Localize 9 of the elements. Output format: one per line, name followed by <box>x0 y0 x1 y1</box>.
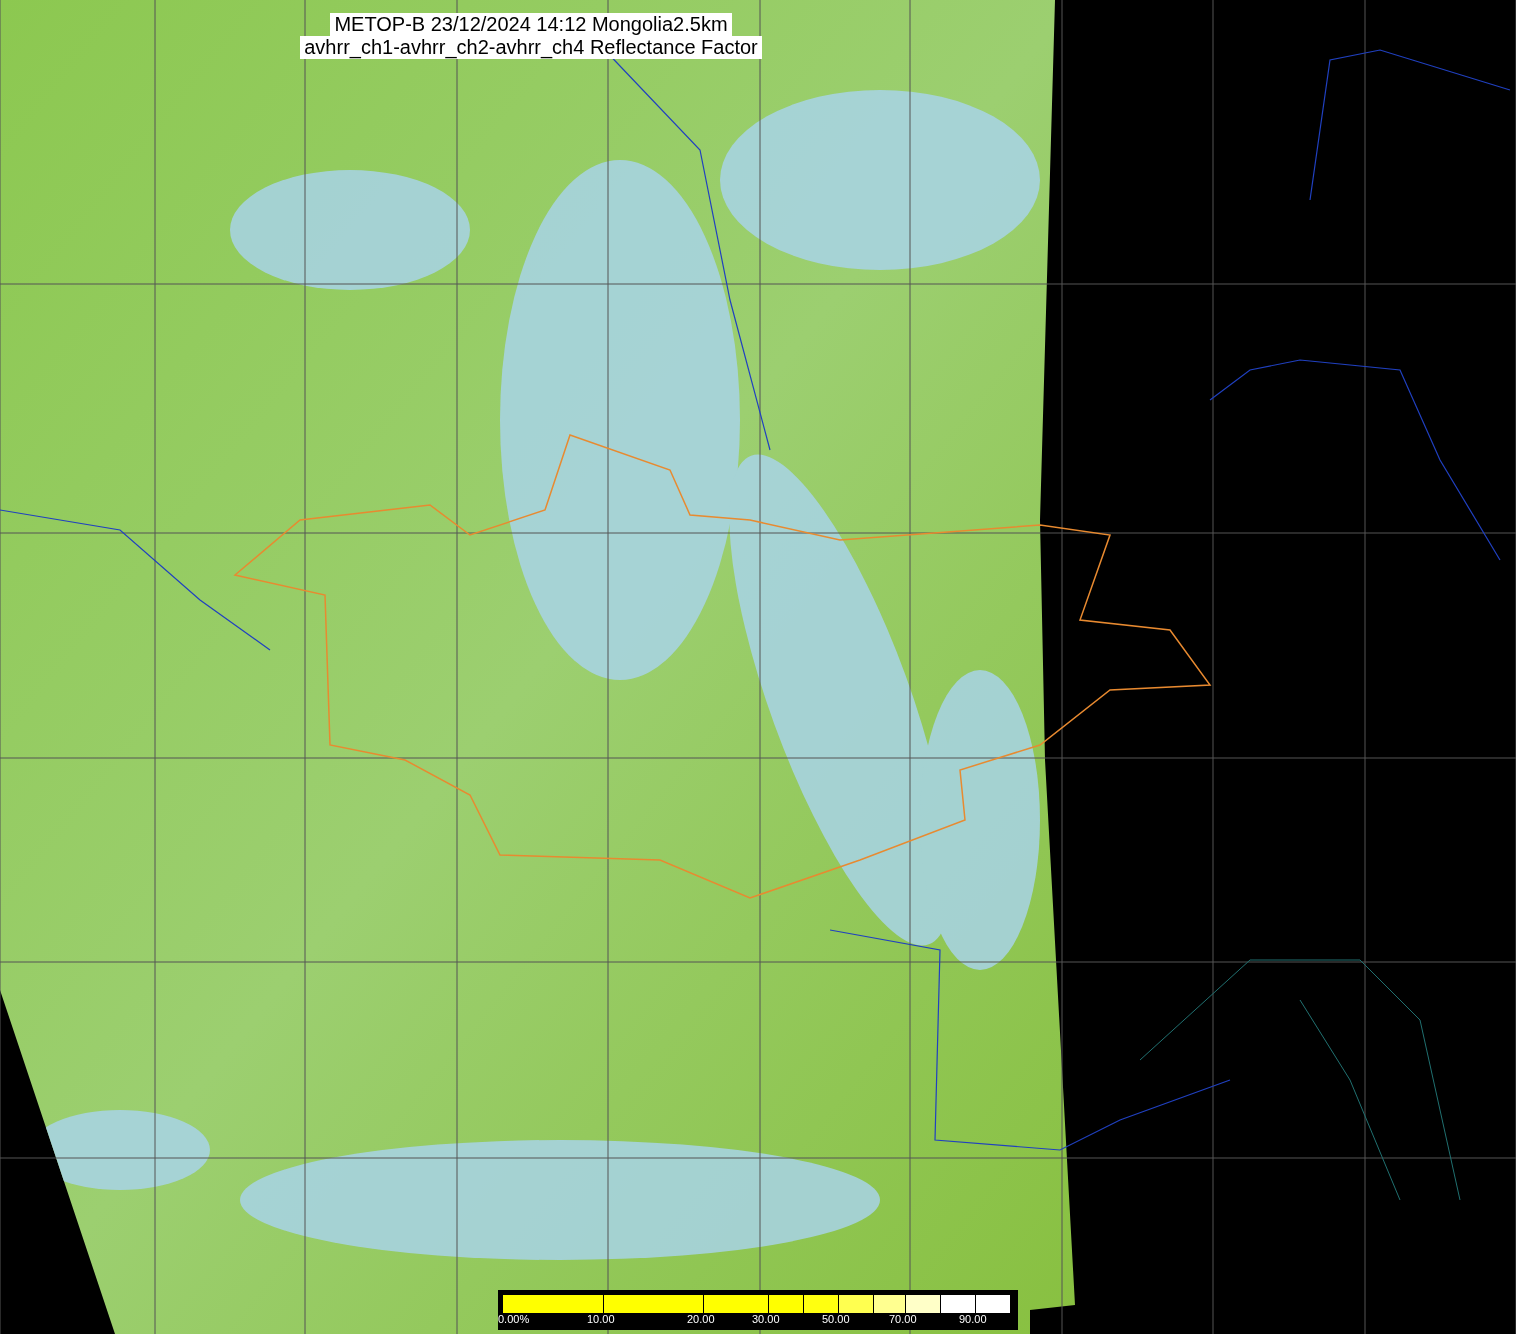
colorbar-tick-label: 70.00 <box>889 1313 917 1326</box>
colorbar-tick-label: 0.00% <box>498 1313 530 1326</box>
map-subtitle: avhrr_ch1-avhrr_ch2-avhrr_ch4 Reflectance Factor <box>300 36 762 59</box>
colorbar-tick-label: 90.00 <box>959 1313 987 1326</box>
colorbar-tick-label: 10.00 <box>587 1313 615 1326</box>
map-title: METOP-B 23/12/2024 14:12 Mongolia2.5km <box>330 13 732 36</box>
colorbar-tick-label: 30.00 <box>752 1313 780 1326</box>
colorbar-tick-label: 20.00 <box>687 1313 715 1326</box>
colorbar-tick-label: 50.00 <box>822 1313 850 1326</box>
